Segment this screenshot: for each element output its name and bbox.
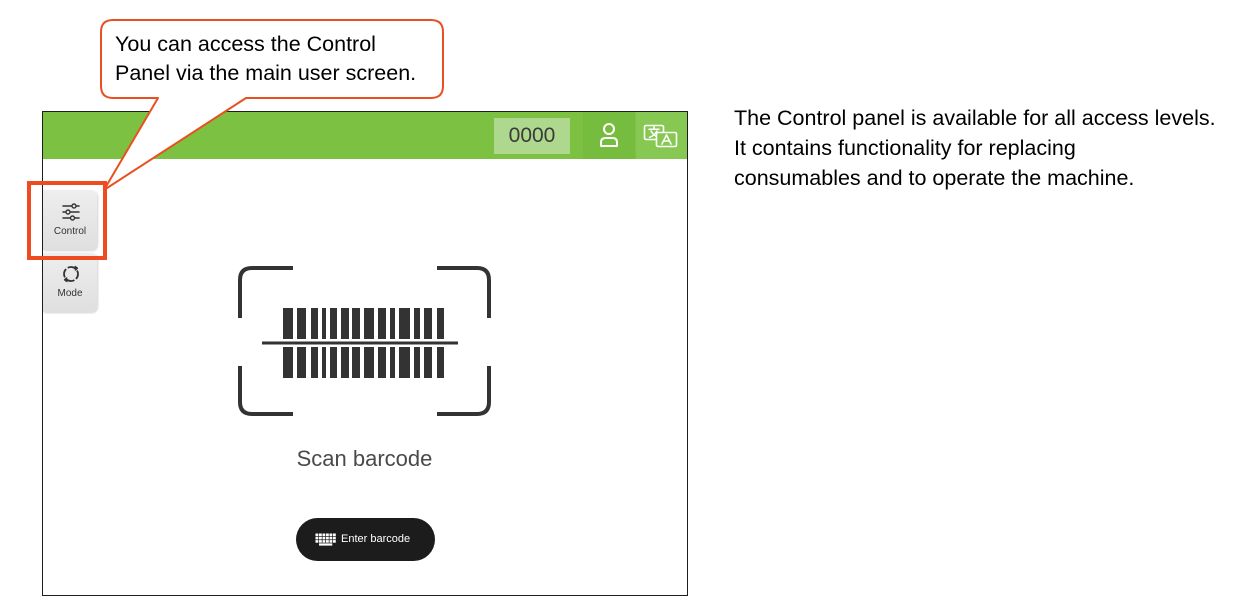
description-text: The Control panel is available for all a… <box>734 103 1216 193</box>
enter-barcode-button[interactable]: Enter barcode <box>296 518 435 561</box>
translate-icon <box>643 124 678 148</box>
counter-display: 0000 <box>494 118 570 154</box>
user-button[interactable] <box>583 112 635 159</box>
slide: 0000 Control Mode Scan barcode Enter bar… <box>0 0 1243 614</box>
control-highlight-box <box>27 181 107 260</box>
scan-line <box>262 341 458 345</box>
description-line: The Control panel is available for all a… <box>734 106 1216 130</box>
language-button[interactable] <box>636 112 687 159</box>
enter-barcode-label: Enter barcode <box>341 533 411 545</box>
description-line: It contains functionality for replacing <box>734 136 1076 160</box>
mode-label: Mode <box>57 288 83 299</box>
keyboard-icon <box>315 533 336 546</box>
scan-prompt: Scan barcode <box>296 446 433 471</box>
cycle-icon <box>63 265 79 283</box>
description-line: consumables and to operate the machine. <box>734 166 1135 190</box>
user-icon <box>600 123 618 147</box>
mode-button[interactable]: Mode <box>43 253 97 312</box>
callout-text: You can access the Control Panel via the… <box>115 30 416 88</box>
device-screen: 0000 Control Mode Scan barcode Enter bar… <box>42 111 688 596</box>
callout-line: Panel via the main user screen. <box>115 61 417 85</box>
barcode-scan-icon <box>238 266 491 416</box>
callout-line: You can access the Control <box>115 32 376 56</box>
top-bar: 0000 <box>43 112 687 159</box>
